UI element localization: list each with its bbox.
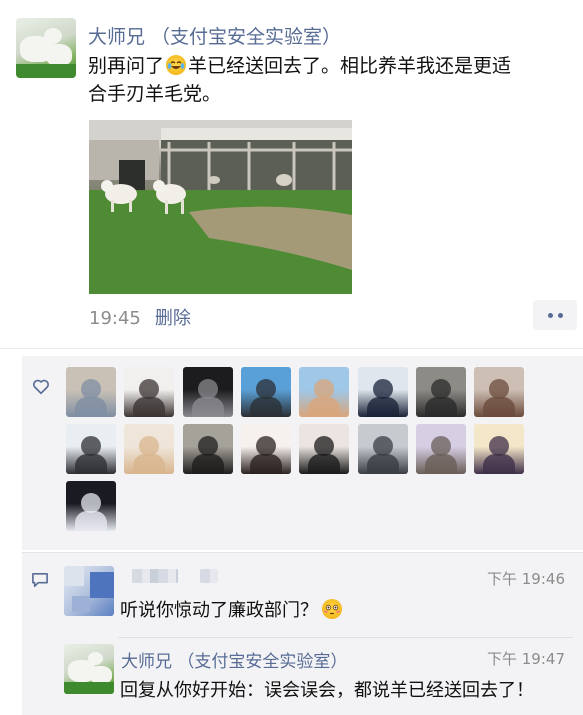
liker-avatar-11[interactable]	[183, 424, 233, 474]
comment-text[interactable]: 听说你惊动了廉政部门？	[120, 596, 344, 622]
comment-time: 下午 19:47	[487, 650, 565, 668]
liker-avatar-8[interactable]	[474, 367, 524, 417]
liker-avatar-10[interactable]	[124, 424, 174, 474]
liker-avatar-2[interactable]	[124, 367, 174, 417]
liker-avatar-6[interactable]	[358, 367, 408, 417]
liker-avatar-13[interactable]	[299, 424, 349, 474]
author-avatar[interactable]	[16, 18, 76, 78]
post-time-row: 19:45 删除	[89, 304, 191, 330]
comment-icon	[32, 572, 48, 588]
liker-avatar-17[interactable]	[66, 481, 116, 531]
commenter-name-blurred[interactable]	[132, 569, 178, 583]
comment-text[interactable]: 回复从你好开始：误会误会，都说羊已经送回去了！	[120, 676, 534, 702]
post-text: 别再问了 羊已经送回去了。相比养羊我还是更适合手刃羊毛党。	[88, 55, 512, 105]
heart-icon	[33, 379, 49, 395]
comment-time: 下午 19:46	[487, 570, 565, 588]
post-author-name[interactable]: 大师兄 （支付宝安全实验室）	[88, 22, 341, 49]
liker-avatar-3[interactable]	[183, 367, 233, 417]
divider	[0, 348, 583, 349]
more-actions-button[interactable]	[533, 300, 577, 330]
liker-avatar-1[interactable]	[66, 367, 116, 417]
liker-avatar-14[interactable]	[358, 424, 408, 474]
liker-avatar-12[interactable]	[241, 424, 291, 474]
liker-avatar-4[interactable]	[241, 367, 291, 417]
divider	[118, 637, 573, 638]
more-dot-icon	[547, 312, 553, 318]
delete-button[interactable]: 删除	[155, 308, 191, 329]
commenter-avatar[interactable]	[64, 644, 114, 694]
liker-avatar-7[interactable]	[416, 367, 466, 417]
post-photo[interactable]	[89, 120, 352, 294]
flushed-emoji-icon	[322, 599, 342, 619]
commenter-name-blurred	[200, 569, 218, 583]
liker-avatar-15[interactable]	[416, 424, 466, 474]
comment-author-name[interactable]: 大师兄 （支付宝安全实验室）	[121, 647, 347, 672]
post-time: 19:45	[89, 308, 141, 329]
commenter-avatar[interactable]	[64, 566, 114, 616]
liker-avatar-9[interactable]	[66, 424, 116, 474]
laugh-cry-emoji-icon	[166, 55, 187, 75]
liker-avatar-5[interactable]	[299, 367, 349, 417]
liker-avatar-16[interactable]	[474, 424, 524, 474]
more-dot-icon	[557, 312, 563, 318]
